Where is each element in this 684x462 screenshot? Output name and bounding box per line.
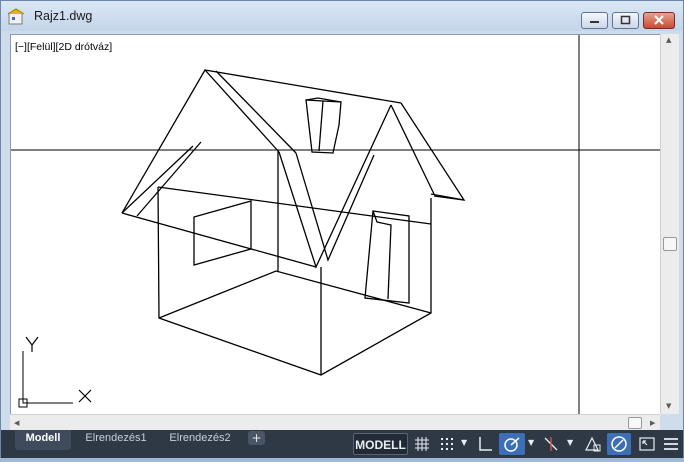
- title-bar: Rajz1.dwg: [1, 1, 683, 31]
- menu-icon[interactable]: [661, 434, 681, 454]
- close-button[interactable]: [643, 12, 675, 29]
- fullscreen-icon[interactable]: [637, 434, 657, 454]
- minimize-icon: [590, 21, 599, 23]
- window-line: [193, 200, 252, 266]
- horizontal-scroll-thumb[interactable]: [628, 417, 642, 429]
- ortho-icon[interactable]: [475, 434, 495, 454]
- autocad-file-icon: [7, 8, 25, 25]
- roof-line: [136, 141, 202, 217]
- app-window: Rajz1.dwg [−][Felül][2D drótváz] ▲ ▼ ◀ ▶…: [0, 0, 684, 458]
- tab-elrendezes2[interactable]: Elrendezés2: [160, 430, 240, 450]
- scroll-right-icon[interactable]: ▶: [650, 419, 655, 427]
- window-title: Rajz1.dwg: [34, 9, 93, 23]
- osnap-dropdown-icon[interactable]: ▼: [567, 438, 573, 447]
- door-line: [372, 210, 392, 300]
- scroll-down-icon[interactable]: ▼: [666, 402, 671, 410]
- vertical-scroll-thumb[interactable]: [663, 237, 677, 251]
- model-space-button[interactable]: MODELL: [353, 433, 408, 455]
- scroll-left-icon[interactable]: ◀: [14, 419, 19, 427]
- add-layout-button[interactable]: +: [248, 431, 265, 445]
- drawing-viewport[interactable]: [−][Felül][2D drótváz]: [10, 34, 661, 415]
- maximize-button[interactable]: [612, 12, 639, 29]
- tab-label: Elrendezés2: [169, 432, 231, 444]
- roof-line: [430, 193, 465, 201]
- maximize-icon: [620, 15, 631, 25]
- snap-dropdown-icon[interactable]: ▼: [461, 438, 467, 447]
- wall-line: [158, 270, 432, 319]
- wall-line: [157, 186, 432, 225]
- isolate-icon: [611, 436, 627, 452]
- house-wireframe-drawing: [11, 35, 661, 415]
- tab-elrendezes1[interactable]: Elrendezés1: [76, 430, 156, 450]
- polar-toggle[interactable]: [499, 433, 525, 455]
- tab-label: Elrendezés1: [85, 432, 147, 444]
- roof-line: [295, 152, 375, 262]
- viewport-controls-label[interactable]: [−][Felül][2D drótváz]: [15, 41, 112, 53]
- ucs-y-axis: [22, 351, 73, 404]
- minimize-button[interactable]: [581, 12, 608, 29]
- tab-modell[interactable]: Modell: [15, 430, 71, 450]
- isolate-toggle[interactable]: [607, 433, 631, 455]
- polar-dropdown-icon[interactable]: ▼: [528, 438, 534, 447]
- roof-line: [204, 69, 402, 104]
- ucs-x-letter-icon: [78, 389, 92, 403]
- scroll-up-icon[interactable]: ▲: [666, 36, 671, 44]
- ucs-y-letter-icon: [25, 336, 39, 352]
- polar-icon: [504, 437, 520, 452]
- annotation-icon[interactable]: [583, 434, 603, 454]
- snap-icon[interactable]: [437, 434, 457, 454]
- horizontal-scrollbar[interactable]: ◀ ▶: [10, 414, 660, 431]
- osnap-icon[interactable]: [541, 434, 561, 454]
- vertical-scrollbar[interactable]: ▲ ▼: [660, 34, 679, 414]
- chimney-line: [318, 100, 324, 152]
- grid-icon[interactable]: [412, 434, 432, 454]
- roof-line: [121, 212, 317, 268]
- chimney-line: [305, 99, 342, 154]
- tab-label: Modell: [25, 432, 61, 444]
- roof-line: [400, 102, 466, 201]
- close-icon: [654, 15, 664, 25]
- status-bar: Modell Elrendezés1 Elrendezés2 + MODELL …: [1, 430, 683, 458]
